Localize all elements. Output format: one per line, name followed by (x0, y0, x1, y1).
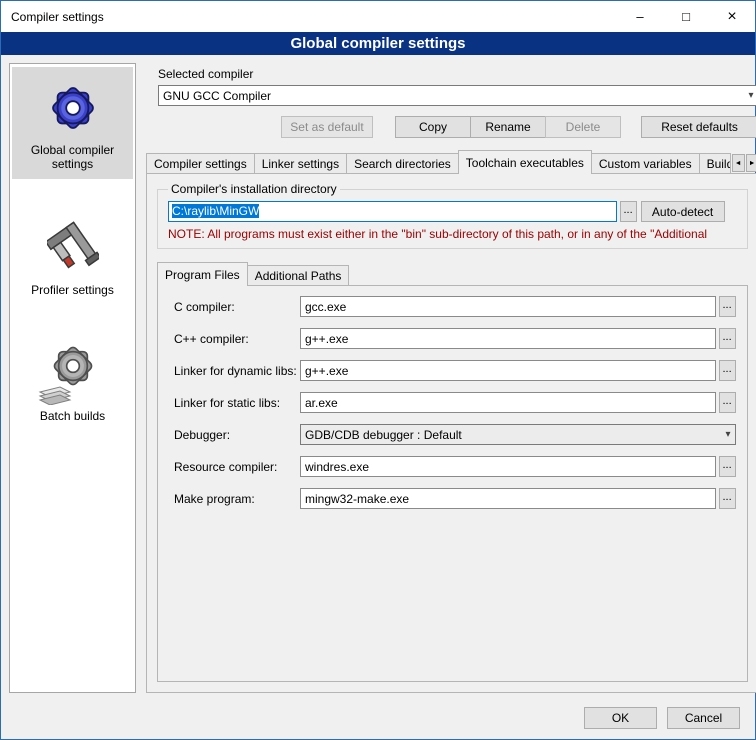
gear-blue-icon (14, 73, 131, 137)
cancel-button[interactable]: Cancel (667, 707, 740, 729)
debugger-label: Debugger: (174, 428, 300, 442)
sidebar: Global compiler settings Profiler se (9, 63, 136, 693)
field-row: Resource compiler: ... (174, 456, 736, 477)
linker-dynamic-browse-button[interactable]: ... (719, 360, 736, 381)
installation-directory-value: C:\raylib\MinGW (172, 204, 259, 218)
field-row: Linker for static libs: ... (174, 392, 736, 413)
tab-toolchain-executables[interactable]: Toolchain executables (458, 150, 592, 174)
compiler-settings-window: Compiler settings – □ × Global compiler … (0, 0, 756, 740)
sidebar-item-batch-builds[interactable]: Batch builds (12, 333, 133, 431)
close-icon: × (727, 9, 736, 25)
compiler-buttons-row: Set as default Copy Rename Delete Reset … (146, 116, 756, 138)
installation-directory-row: C:\raylib\MinGW ... Auto-detect (168, 201, 725, 222)
resource-compiler-label: Resource compiler: (174, 460, 300, 474)
tab-program-files[interactable]: Program Files (157, 262, 248, 286)
sidebar-item-label: Global compiler settings (14, 143, 131, 171)
sidebar-item-profiler-settings[interactable]: Profiler settings (12, 207, 133, 305)
content-area: Global compiler settings Profiler se (1, 55, 755, 697)
installation-directory-input[interactable]: C:\raylib\MinGW (168, 201, 617, 222)
resource-compiler-browse-button[interactable]: ... (719, 456, 736, 477)
cpp-compiler-browse-button[interactable]: ... (719, 328, 736, 349)
rename-button[interactable]: Rename (470, 116, 546, 138)
tab-scroll-left-button[interactable]: ◄ (732, 154, 745, 172)
tab-custom-variables[interactable]: Custom variables (591, 153, 700, 173)
tab-search-directories[interactable]: Search directories (346, 153, 459, 173)
tab-build-options[interactable]: Build (699, 153, 731, 173)
make-program-input[interactable] (300, 488, 716, 509)
minimize-button[interactable]: – (617, 1, 663, 32)
chevron-down-icon: ▾ (726, 429, 731, 440)
main-panel: Selected compiler GNU GCC Compiler ▾ Set… (146, 63, 756, 693)
gear-gray-icon (46, 339, 100, 403)
cpp-compiler-input[interactable] (300, 328, 716, 349)
tab-scrollers: ◄ ► (731, 154, 756, 173)
set-as-default-button: Set as default (281, 116, 373, 138)
sidebar-item-global-compiler-settings[interactable]: Global compiler settings (12, 67, 133, 179)
profiler-tool-icon (14, 213, 131, 277)
note-text: NOTE: All programs must exist either in … (168, 227, 739, 241)
debugger-select-value: GDB/CDB debugger : Default (305, 428, 462, 442)
tab-additional-paths[interactable]: Additional Paths (247, 265, 350, 285)
program-files-tabstrip: Program Files Additional Paths (157, 262, 748, 285)
auto-detect-button[interactable]: Auto-detect (641, 201, 725, 222)
linker-static-input[interactable] (300, 392, 716, 413)
stacked-sheets-icon (38, 385, 74, 405)
page-title: Global compiler settings (1, 32, 755, 55)
field-row: Linker for dynamic libs: ... (174, 360, 736, 381)
c-compiler-input[interactable] (300, 296, 716, 317)
sidebar-item-label: Batch builds (14, 409, 131, 423)
caption-buttons: – □ × (617, 1, 755, 32)
linker-static-browse-button[interactable]: ... (719, 392, 736, 413)
tab-compiler-settings[interactable]: Compiler settings (146, 153, 255, 173)
installation-directory-group: Compiler's installation directory C:\ray… (157, 182, 748, 249)
cpp-compiler-label: C++ compiler: (174, 332, 300, 346)
arrow-left-icon: ◄ (735, 160, 742, 167)
tab-linker-settings[interactable]: Linker settings (254, 153, 347, 173)
minimize-icon: – (636, 10, 643, 23)
close-button[interactable]: × (709, 1, 755, 32)
tab-scroll-right-button[interactable]: ► (746, 154, 756, 172)
reset-defaults-button[interactable]: Reset defaults (641, 116, 756, 138)
resource-compiler-input[interactable] (300, 456, 716, 477)
field-row: Debugger: GDB/CDB debugger : Default ▾ (174, 424, 736, 445)
sidebar-item-label: Profiler settings (14, 283, 131, 297)
selected-compiler-label: Selected compiler (158, 67, 756, 81)
window-title: Compiler settings (1, 10, 104, 24)
maximize-icon: □ (682, 10, 690, 23)
debugger-select[interactable]: GDB/CDB debugger : Default ▾ (300, 424, 736, 445)
dialog-footer: OK Cancel (1, 697, 755, 739)
linker-static-label: Linker for static libs: (174, 396, 300, 410)
maximize-button[interactable]: □ (663, 1, 709, 32)
field-row: Make program: ... (174, 488, 736, 509)
browse-directory-button[interactable]: ... (620, 201, 637, 222)
compiler-select-value: GNU GCC Compiler (163, 89, 271, 103)
ok-button[interactable]: OK (584, 707, 657, 729)
field-row: C compiler: ... (174, 296, 736, 317)
linker-dynamic-label: Linker for dynamic libs: (174, 364, 300, 378)
program-files-panel: C compiler: ... C++ compiler: ... Linker… (157, 285, 748, 682)
delete-button: Delete (545, 116, 621, 138)
chevron-down-icon: ▾ (749, 90, 754, 101)
copy-button[interactable]: Copy (395, 116, 471, 138)
settings-tabstrip: Compiler settings Linker settings Search… (146, 150, 756, 173)
c-compiler-browse-button[interactable]: ... (719, 296, 736, 317)
titlebar[interactable]: Compiler settings – □ × (1, 1, 755, 32)
c-compiler-label: C compiler: (174, 300, 300, 314)
make-program-browse-button[interactable]: ... (719, 488, 736, 509)
arrow-right-icon: ► (749, 160, 756, 167)
linker-dynamic-input[interactable] (300, 360, 716, 381)
toolchain-executables-panel: Compiler's installation directory C:\ray… (146, 173, 756, 693)
make-program-label: Make program: (174, 492, 300, 506)
field-row: C++ compiler: ... (174, 328, 736, 349)
installation-directory-legend: Compiler's installation directory (168, 182, 340, 196)
compiler-select[interactable]: GNU GCC Compiler ▾ (158, 85, 756, 106)
